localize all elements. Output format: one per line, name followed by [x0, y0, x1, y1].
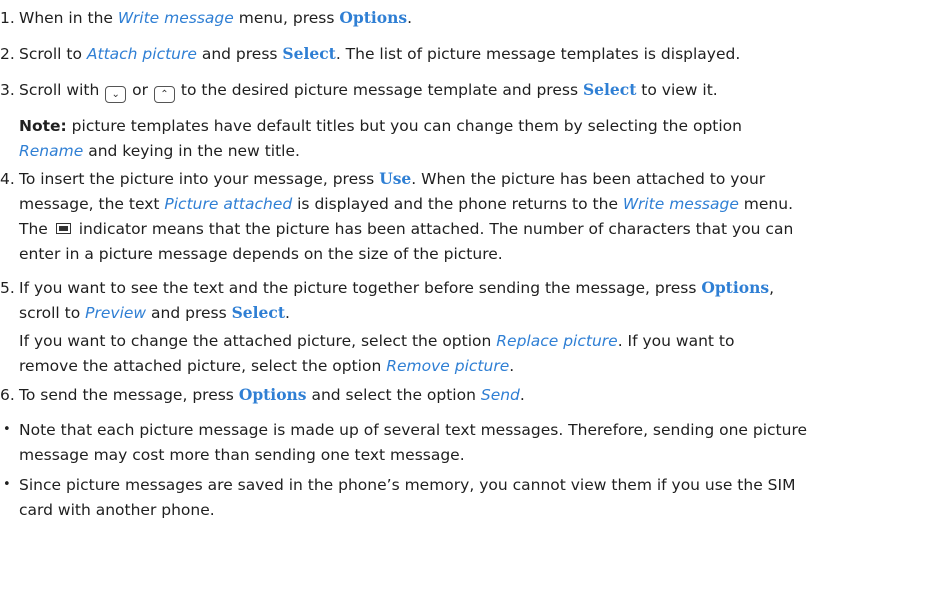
text-line: remove the attached picture, select the …: [19, 354, 514, 378]
menu-item-label: Send: [480, 386, 520, 404]
menu-item-label: Remove picture: [386, 357, 510, 375]
text-segment: . If you want to: [617, 332, 735, 350]
text-segment: remove the attached picture, select the …: [19, 357, 387, 375]
softkey-label: Select: [582, 80, 637, 99]
text-segment: menu, press: [233, 9, 340, 27]
note-label: Note:: [19, 117, 67, 135]
text-segment: If you want to change the attached pictu…: [19, 332, 497, 350]
text-segment: scroll to: [19, 304, 86, 322]
text-line: The indicator means that the picture has…: [19, 217, 793, 241]
text-segment: .: [509, 357, 515, 375]
text-segment: menu.: [738, 195, 793, 213]
softkey-label: Options: [701, 278, 770, 297]
menu-item-label: Picture attached: [164, 195, 293, 213]
text-segment: To insert the picture into your message,…: [19, 170, 380, 188]
text-segment: To send the message, press: [19, 386, 239, 404]
menu-item-label: Preview: [85, 304, 147, 322]
text-segment: When in the: [19, 9, 118, 27]
text-segment: Scroll with: [19, 81, 105, 99]
text-line: Since picture messages are saved in the …: [19, 473, 795, 497]
text-segment: Scroll to: [19, 45, 87, 63]
text-segment: If you want to see the text and the pict…: [19, 279, 702, 297]
text-segment: card with another phone.: [19, 501, 215, 519]
text-line: enter in a picture message depends on th…: [19, 242, 503, 266]
text-segment: to the desired picture message template …: [175, 81, 583, 99]
text-segment: or: [127, 81, 153, 99]
text-line: If you want to change the attached pictu…: [19, 329, 734, 353]
softkey-label: Select: [231, 303, 285, 322]
text-line: When in the Write message menu, press Op…: [19, 6, 412, 30]
text-segment: . When the picture has been attached to …: [411, 170, 766, 188]
text-line: Note: picture templates have default tit…: [19, 114, 742, 138]
scroll-up-key-icon: ⌃: [153, 86, 175, 103]
menu-item-label: Replace picture: [496, 332, 618, 350]
picture-attached-indicator-icon: [55, 223, 71, 234]
text-segment: indicator means that the picture has bee…: [73, 220, 794, 238]
text-segment: message may cost more than sending one t…: [19, 446, 465, 464]
text-segment: Since picture messages are saved in the …: [19, 476, 796, 494]
text-line: Rename and keying in the new title.: [19, 139, 300, 163]
text-line: card with another phone.: [19, 498, 215, 522]
text-line: To insert the picture into your message,…: [19, 167, 765, 191]
text-segment: and press: [196, 45, 283, 63]
text-segment: ,: [769, 279, 775, 297]
text-segment: to view it.: [636, 81, 718, 99]
text-line: message, the text Picture attached is di…: [19, 192, 793, 216]
text-segment: and keying in the new title.: [83, 142, 300, 160]
scroll-down-key-icon: ⌄: [105, 86, 127, 103]
menu-item-label: Rename: [19, 142, 84, 160]
text-segment: . The list of picture message templates …: [335, 45, 741, 63]
softkey-label: Options: [339, 8, 408, 27]
softkey-label: Options: [238, 385, 307, 404]
text-line: scroll to Preview and press Select.: [19, 301, 290, 325]
text-line: If you want to see the text and the pict…: [19, 276, 774, 300]
text-segment: message, the text: [19, 195, 165, 213]
menu-item-label: Attach picture: [86, 45, 197, 63]
text-line: message may cost more than sending one t…: [19, 443, 465, 467]
text-line: To send the message, press Options and s…: [19, 383, 525, 407]
menu-item-label: Write message: [622, 195, 739, 213]
text-segment: picture templates have default titles bu…: [66, 117, 742, 135]
text-line: Scroll with ⌄ or ⌃ to the desired pictur…: [19, 78, 718, 103]
text-segment: The: [19, 220, 53, 238]
text-segment: .: [285, 304, 290, 322]
text-segment: Note that each picture message is made u…: [19, 421, 808, 439]
softkey-label: Use: [379, 169, 412, 188]
menu-item-label: Write message: [117, 9, 234, 27]
text-segment: .: [519, 386, 525, 404]
text-segment: is displayed and the phone returns to th…: [292, 195, 623, 213]
text-segment: .: [407, 9, 413, 27]
text-segment: enter in a picture message depends on th…: [19, 245, 503, 263]
softkey-label: Select: [282, 44, 336, 63]
text-segment: and press: [146, 304, 232, 322]
text-line: Scroll to Attach picture and press Selec…: [19, 42, 740, 66]
text-segment: and select the option: [306, 386, 481, 404]
text-line: Note that each picture message is made u…: [19, 418, 807, 442]
